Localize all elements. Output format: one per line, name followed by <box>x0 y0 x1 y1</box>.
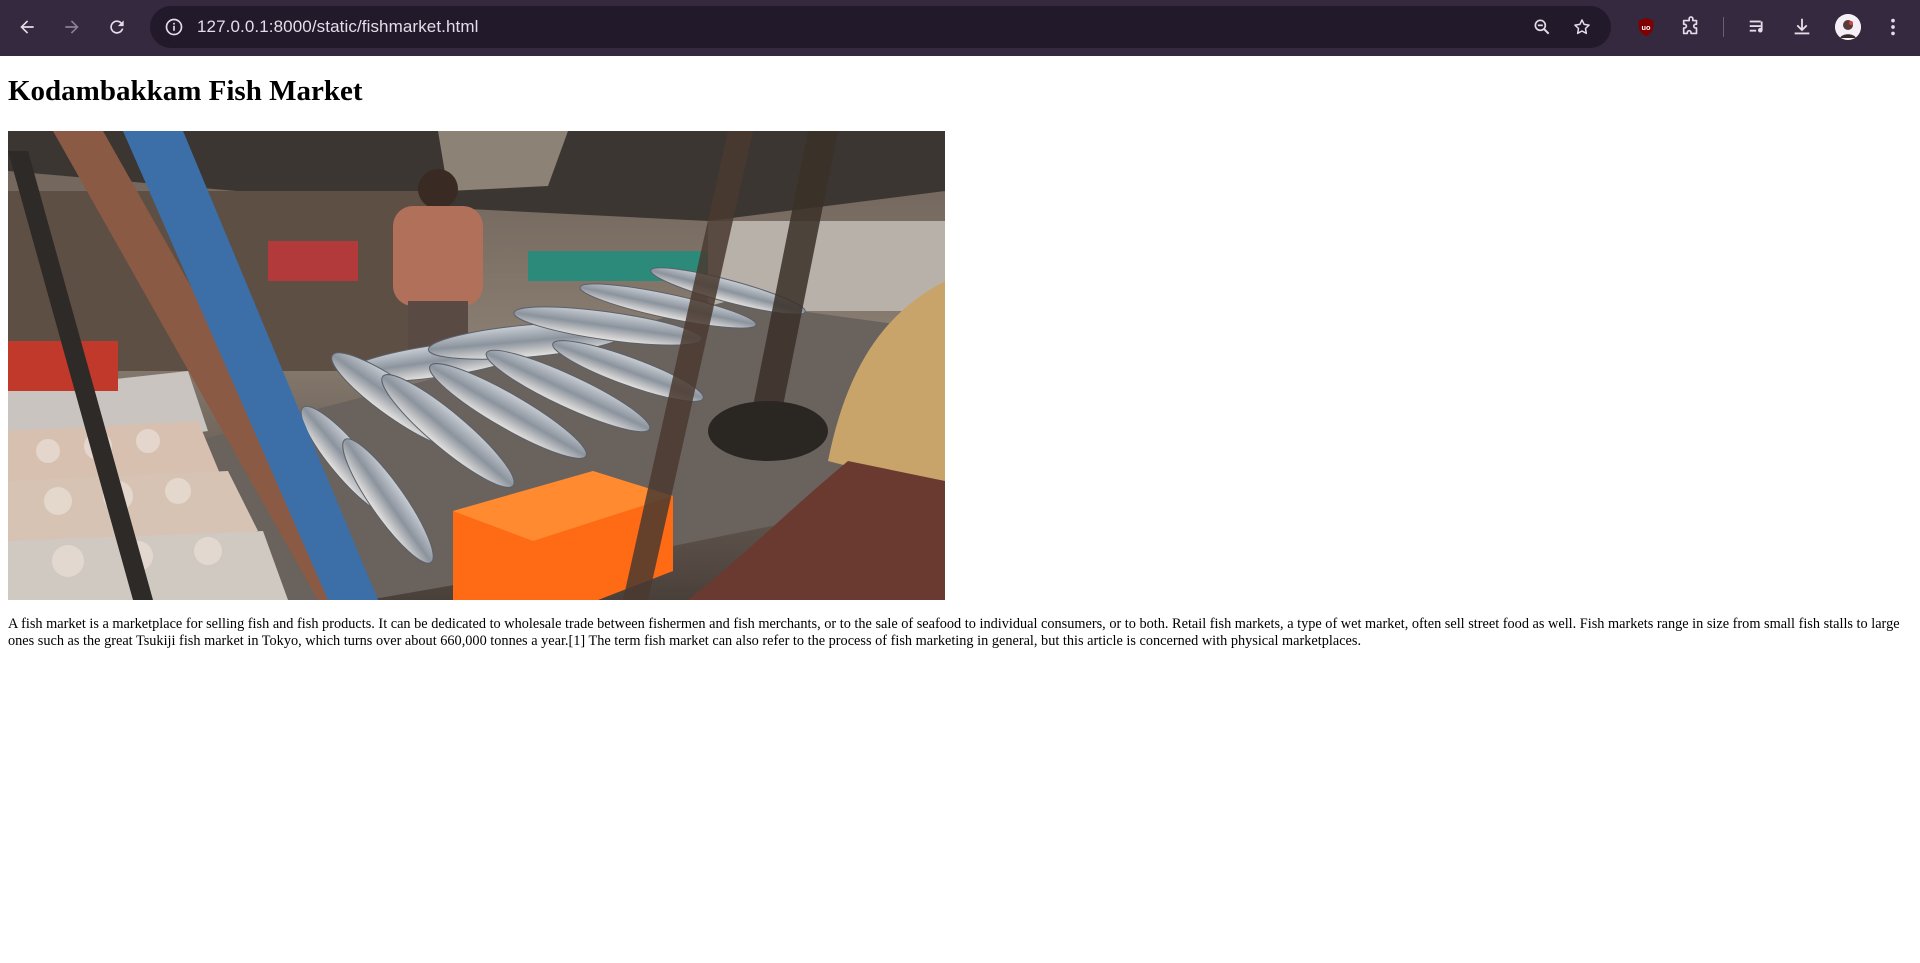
url-text[interactable]: 127.0.0.1:8000/static/fishmarket.html <box>197 6 479 48</box>
back-button[interactable] <box>10 10 44 44</box>
site-info-icon <box>165 18 183 36</box>
page-content: Kodambakkam Fish Market A fish market is… <box>0 56 1920 963</box>
bookmark-button[interactable] <box>1569 14 1595 40</box>
bookmark-star-icon <box>1574 19 1590 35</box>
avatar-image <box>1835 14 1861 40</box>
arrow-left-icon <box>20 20 34 34</box>
article-paragraph: A fish market is a marketplace for selli… <box>8 616 1900 649</box>
page-title: Kodambakkam Fish Market <box>8 75 363 107</box>
zoom-icon <box>1534 19 1550 35</box>
profile-avatar[interactable] <box>1835 14 1861 40</box>
download-icon <box>1794 18 1810 35</box>
zoom-button[interactable] <box>1529 14 1555 40</box>
browser-toolbar: 127.0.0.1:8000/static/fishmarket.html uo <box>0 0 1920 56</box>
forward-button[interactable] <box>55 10 89 44</box>
fish-market-photo <box>8 131 945 600</box>
extensions-puzzle-icon <box>1682 16 1698 35</box>
reload-icon <box>110 20 124 34</box>
media-queue-icon <box>1749 20 1763 33</box>
kebab-menu-icon <box>1891 18 1895 36</box>
ublock-extension-button[interactable]: uo <box>1629 10 1663 44</box>
svg-text:uo: uo <box>1642 23 1651 32</box>
fish-market-photo-art <box>8 131 945 600</box>
toolbar-divider <box>1723 17 1724 37</box>
reload-button[interactable] <box>100 10 134 44</box>
browser-menu-button[interactable] <box>1876 10 1910 44</box>
media-queue-button[interactable] <box>1741 10 1775 44</box>
ublock-origin-icon: uo <box>1638 17 1654 37</box>
address-bar[interactable]: 127.0.0.1:8000/static/fishmarket.html <box>150 6 1611 48</box>
downloads-button[interactable] <box>1785 10 1819 44</box>
arrow-right-icon <box>65 20 79 34</box>
site-info-button[interactable] <box>158 11 190 43</box>
extensions-button[interactable] <box>1674 10 1708 44</box>
